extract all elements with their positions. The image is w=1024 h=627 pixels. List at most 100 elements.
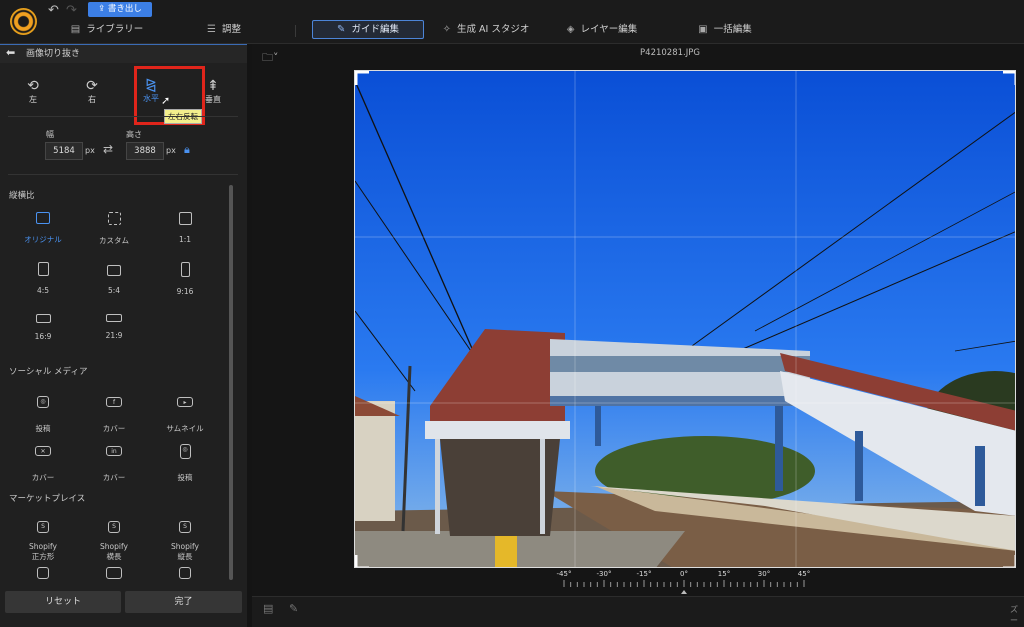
library-icon: ▤ bbox=[70, 24, 81, 35]
x-icon: ✕ bbox=[30, 438, 56, 464]
panel-scrollbar[interactable] bbox=[229, 185, 233, 580]
social-cover-x[interactable]: ✕ カバー bbox=[13, 438, 73, 483]
ratio-5-4[interactable]: 5:4 bbox=[84, 262, 144, 295]
tab-label: 一括編集 bbox=[713, 24, 752, 35]
lock-icon[interactable]: 🔒︎ bbox=[184, 143, 190, 157]
tab-guided-edit[interactable]: ✎ ガイド編集 bbox=[312, 20, 424, 39]
panel-title: 画像切り抜き bbox=[0, 44, 247, 63]
ebay-icon[interactable] bbox=[106, 567, 122, 579]
compare-icon[interactable]: ▤ bbox=[263, 602, 273, 615]
ratio-original[interactable]: オリジナル bbox=[13, 212, 73, 245]
undo-icon[interactable]: ↶ bbox=[48, 3, 59, 18]
ratio-label: 4:5 bbox=[36, 286, 50, 295]
ratio-16-9[interactable]: 16:9 bbox=[13, 314, 73, 341]
tab-ai-studio[interactable]: ✧ 生成 AI スタジオ bbox=[438, 20, 534, 39]
angle-tick-label: -30° bbox=[597, 570, 612, 578]
square-icon bbox=[178, 212, 192, 225]
batch-icon: ▣ bbox=[698, 24, 708, 35]
layers-icon: ◈ bbox=[566, 24, 575, 35]
ratio-4-5[interactable]: 4:5 bbox=[13, 262, 73, 295]
market-label: Shopify 横長 bbox=[100, 542, 128, 561]
brush-icon[interactable]: ✎ bbox=[289, 602, 298, 615]
etsy-icon[interactable] bbox=[179, 567, 191, 579]
shopify-square[interactable]: S Shopify 正方形 bbox=[13, 514, 73, 562]
app-logo-icon[interactable] bbox=[10, 8, 37, 35]
ratio-label: 21:9 bbox=[105, 331, 123, 340]
tab-label: ライブラリー bbox=[86, 24, 144, 35]
rotate-right-button[interactable]: ⟳ 右 bbox=[72, 78, 112, 105]
ratio-custom[interactable]: カスタム bbox=[84, 212, 144, 246]
sparkle-icon: ✧ bbox=[442, 24, 452, 35]
done-button[interactable]: 完了 bbox=[125, 591, 242, 613]
landscape-icon bbox=[107, 265, 121, 276]
tall-portrait-icon bbox=[180, 262, 190, 277]
divider bbox=[8, 174, 238, 175]
market-label: Shopify 縦長 bbox=[171, 542, 199, 561]
straighten-slider[interactable]: -45° -30° -15° 0° 15° 30° 45° bbox=[540, 569, 830, 595]
social-post-portrait[interactable]: ◎ 投稿 bbox=[155, 438, 215, 483]
market-label: Shopify 正方形 bbox=[29, 542, 57, 561]
ratio-label: オリジナル bbox=[24, 235, 62, 244]
shopify-icon: S bbox=[172, 514, 198, 540]
export-button[interactable]: ⇪ 書き出し bbox=[88, 2, 152, 17]
back-arrow-icon[interactable]: ⬅ bbox=[6, 46, 15, 59]
height-unit: px bbox=[166, 146, 176, 155]
tab-adjust[interactable]: ☰ 調整 bbox=[196, 20, 252, 39]
ratio-label: 5:4 bbox=[107, 286, 121, 295]
redo-icon[interactable]: ↷ bbox=[66, 3, 77, 18]
rotate-right-label: 右 bbox=[88, 95, 96, 104]
photo-crop-area[interactable] bbox=[354, 70, 1016, 568]
export-label: 書き出し bbox=[107, 4, 142, 14]
tab-divider bbox=[295, 25, 296, 37]
marketplace-icon[interactable] bbox=[37, 567, 49, 579]
portrait-icon bbox=[37, 262, 49, 276]
tab-library[interactable]: ▤ ライブラリー bbox=[62, 20, 152, 39]
swap-icon[interactable]: ⇄ bbox=[103, 142, 113, 156]
shopify-portrait[interactable]: S Shopify 縦長 bbox=[155, 514, 215, 562]
tab-batch-edit[interactable]: ▣ 一括編集 bbox=[696, 20, 754, 39]
angle-tick-label: 30° bbox=[758, 570, 770, 578]
social-cover-facebook[interactable]: f カバー bbox=[84, 389, 144, 434]
folder-icon[interactable]: 🗀︎˅ bbox=[262, 49, 279, 68]
angle-tick-label: -45° bbox=[557, 570, 572, 578]
height-input[interactable]: 3888 bbox=[126, 142, 164, 160]
slider-thumb[interactable] bbox=[681, 590, 687, 594]
ratio-21-9[interactable]: 21:9 bbox=[84, 314, 144, 340]
ratio-label: 16:9 bbox=[34, 332, 52, 341]
flip-vertical-label: 垂直 bbox=[205, 95, 221, 104]
angle-tick-label: 0° bbox=[680, 570, 688, 578]
angle-tick-label: 15° bbox=[718, 570, 730, 578]
linkedin-icon: in bbox=[101, 438, 127, 464]
ratio-label: 1:1 bbox=[178, 235, 192, 244]
image-icon bbox=[36, 212, 50, 224]
width-input[interactable]: 5184 bbox=[45, 142, 83, 160]
ratio-1-1[interactable]: 1:1 bbox=[155, 212, 215, 244]
social-label: カバー bbox=[102, 424, 126, 433]
social-label: サムネイル bbox=[166, 424, 204, 433]
youtube-icon: ▸ bbox=[172, 389, 198, 415]
rotate-left-label: 左 bbox=[29, 95, 37, 104]
social-post-square[interactable]: ◎ 投稿 bbox=[13, 389, 73, 434]
market-section-title: マーケットプレイス bbox=[9, 494, 86, 504]
rotate-left-button[interactable]: ⟲ 左 bbox=[13, 78, 53, 105]
social-label: カバー bbox=[31, 473, 55, 482]
social-thumbnail[interactable]: ▸ サムネイル bbox=[155, 389, 215, 434]
tab-label: 生成 AI スタジオ bbox=[457, 24, 530, 35]
tab-label: レイヤー編集 bbox=[580, 24, 638, 35]
ratio-9-16[interactable]: 9:16 bbox=[155, 262, 215, 296]
tab-label: ガイド編集 bbox=[351, 24, 399, 35]
tab-label: 調整 bbox=[221, 24, 241, 35]
file-name: P4210281.JPG bbox=[640, 48, 700, 58]
social-cover-linkedin[interactable]: in カバー bbox=[84, 438, 144, 483]
photo-image bbox=[355, 71, 1015, 567]
sliders-icon: ☰ bbox=[207, 24, 216, 35]
shopify-landscape[interactable]: S Shopify 横長 bbox=[84, 514, 144, 562]
tab-layer-edit[interactable]: ◈ レイヤー編集 bbox=[560, 20, 644, 39]
instagram-icon: ◎ bbox=[30, 389, 56, 415]
zoom-label: ズー bbox=[1010, 605, 1018, 625]
ultrawide-icon bbox=[106, 314, 122, 322]
angle-tick-label: 45° bbox=[798, 570, 810, 578]
social-label: カバー bbox=[102, 473, 126, 482]
reset-button[interactable]: リセット bbox=[5, 591, 121, 613]
ratio-label: 9:16 bbox=[176, 287, 194, 296]
